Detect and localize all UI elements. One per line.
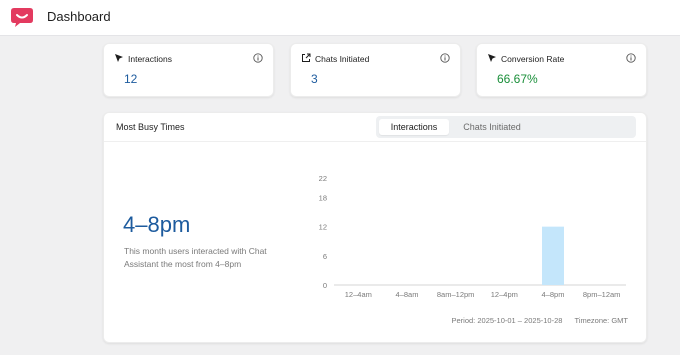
y-tick-label: 6 bbox=[323, 252, 327, 261]
y-tick-label: 12 bbox=[319, 223, 327, 232]
external-link-icon bbox=[302, 53, 311, 62]
stat-value: 3 bbox=[311, 72, 318, 86]
tab-group: Interactions Chats Initiated bbox=[376, 116, 636, 138]
busy-times-chart: 0 6 12 18 22 12–4am 4–8am 8am–12pm 12–4pm 4–8pm 8p… bbox=[319, 174, 626, 299]
busy-times-card: Most Busy Times Interactions Chats Initi… bbox=[103, 112, 647, 343]
x-tick-label: 4–8pm bbox=[542, 290, 565, 299]
page-title: Dashboard bbox=[47, 9, 111, 24]
info-icon[interactable] bbox=[626, 53, 636, 63]
period-label: Period: 2025-10-01 – 2025-10-28 bbox=[451, 316, 563, 325]
cursor-arrow-icon bbox=[488, 54, 496, 62]
stat-value: 12 bbox=[124, 72, 138, 86]
divider bbox=[104, 141, 646, 142]
top-bar: Dashboard bbox=[0, 0, 680, 36]
timezone-label: Timezone: GMT bbox=[574, 316, 628, 325]
y-tick-label: 22 bbox=[319, 174, 327, 183]
stat-card-conversion-rate: Conversion Rate 66.67% bbox=[476, 43, 647, 97]
info-icon[interactable] bbox=[253, 53, 263, 63]
cursor-arrow-icon bbox=[115, 54, 123, 62]
chart-footer: Period: 2025-10-01 – 2025-10-28 Timezone… bbox=[452, 316, 629, 325]
stat-value: 66.67% bbox=[497, 72, 538, 86]
busy-times-title: Most Busy Times bbox=[116, 122, 185, 132]
stat-label: Interactions bbox=[128, 54, 172, 64]
chat-logo-icon[interactable] bbox=[10, 6, 34, 28]
stat-label: Chats Initiated bbox=[315, 54, 370, 64]
tab-chats-initiated[interactable]: Chats Initiated bbox=[452, 119, 532, 135]
x-tick-label: 8pm–12am bbox=[583, 290, 621, 299]
y-tick-label: 18 bbox=[319, 193, 327, 202]
x-tick-label: 12–4pm bbox=[491, 290, 518, 299]
chart-bar[interactable] bbox=[542, 226, 564, 285]
x-tick-label: 12–4am bbox=[345, 290, 372, 299]
stat-label: Conversion Rate bbox=[501, 54, 565, 64]
stat-card-chats-initiated: Chats Initiated 3 bbox=[290, 43, 461, 97]
stat-card-interactions: Interactions 12 bbox=[103, 43, 274, 97]
peak-time: 4–8pm bbox=[123, 212, 191, 237]
y-tick-label: 0 bbox=[323, 281, 327, 290]
tab-interactions[interactable]: Interactions bbox=[379, 119, 449, 135]
x-tick-label: 8am–12pm bbox=[437, 290, 475, 299]
peak-description: This month users interacted with Chat As… bbox=[124, 246, 267, 269]
x-tick-label: 4–8am bbox=[396, 290, 419, 299]
info-icon[interactable] bbox=[440, 53, 450, 63]
